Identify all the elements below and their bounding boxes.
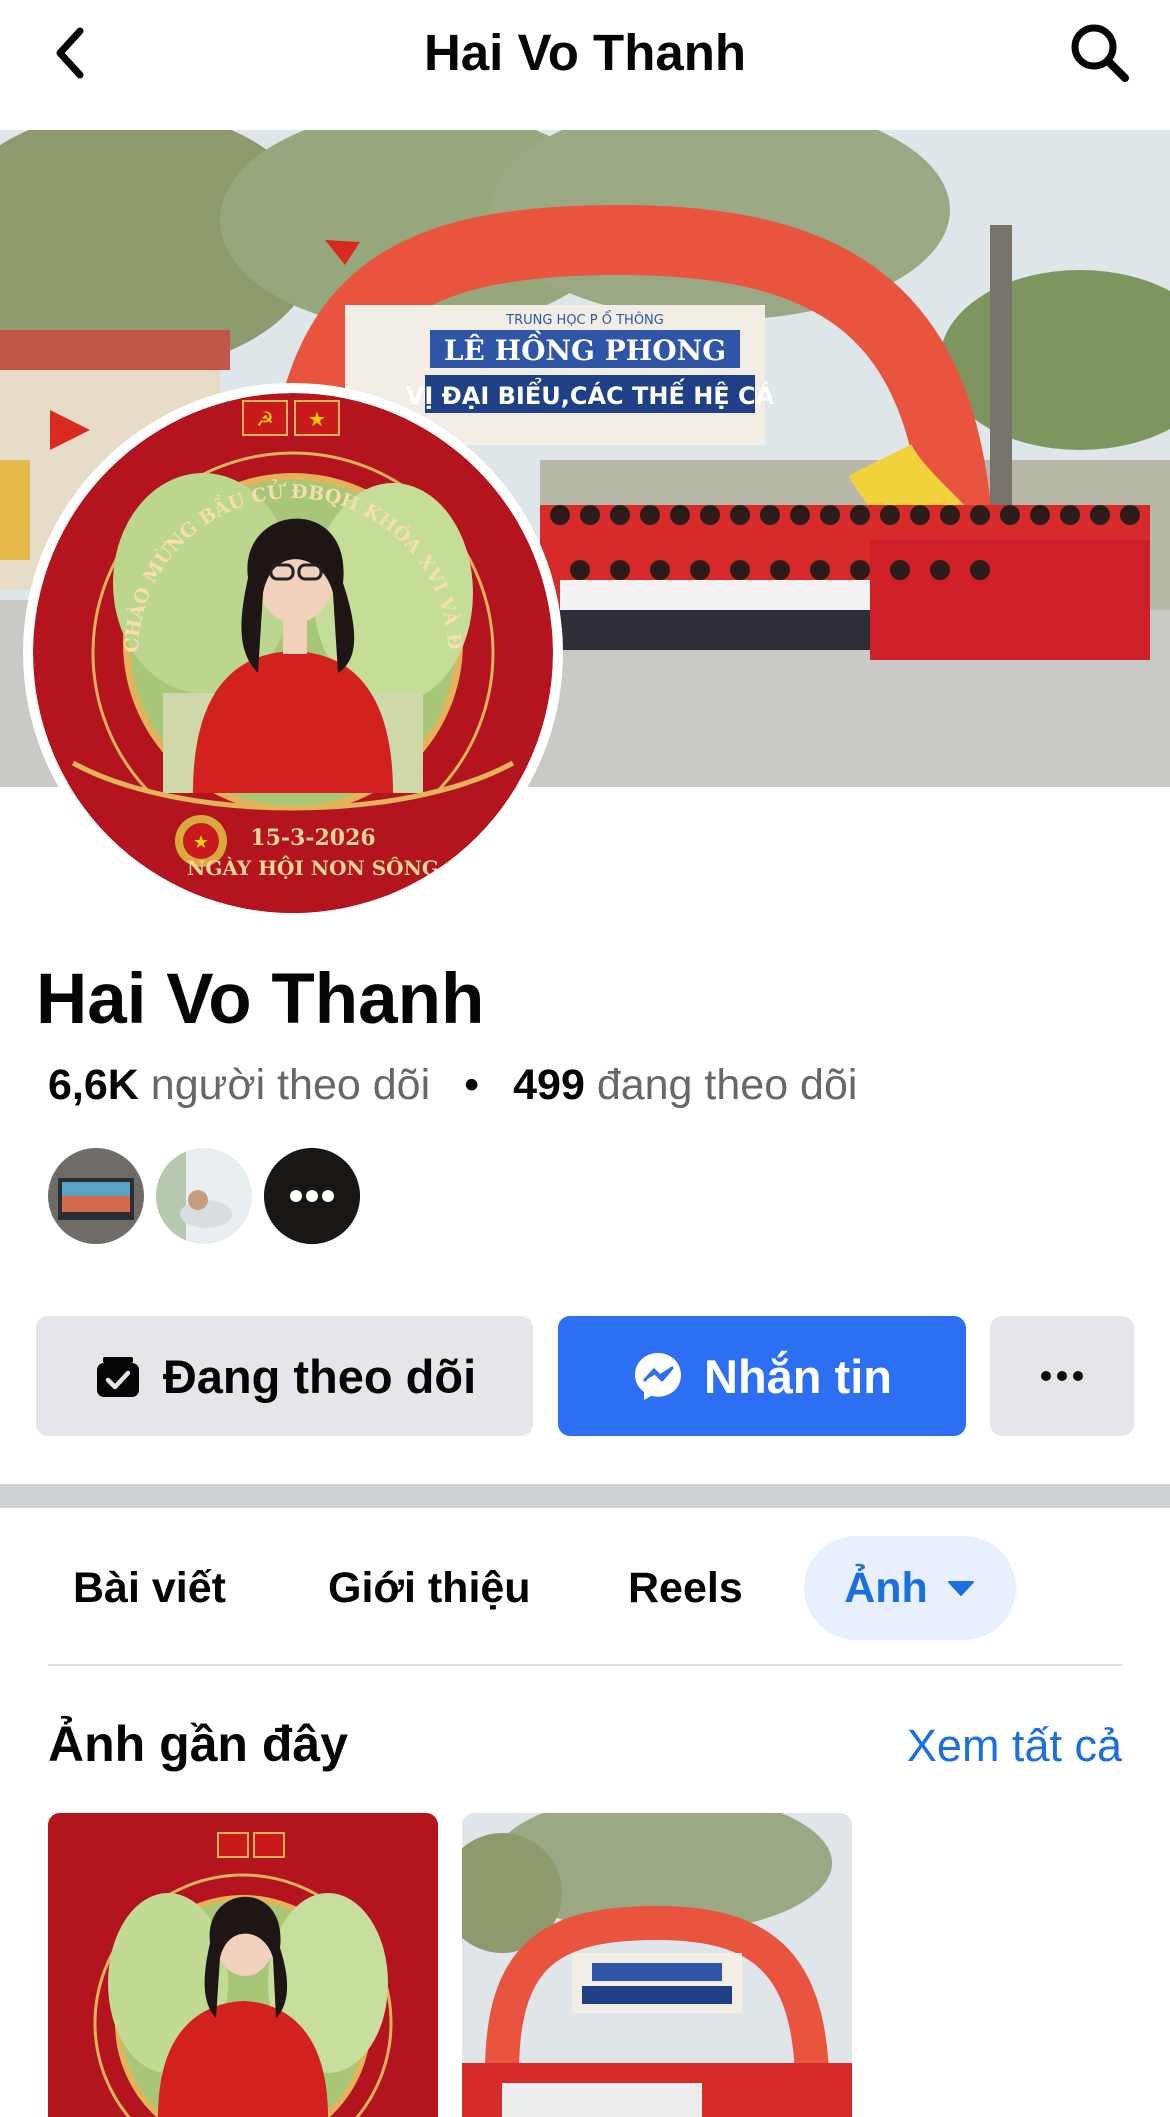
tab-posts[interactable]: Bài viết (73, 1536, 226, 1640)
tab-photos-label: Ảnh (844, 1563, 928, 1612)
banner-title: LÊ HỒNG PHONG (444, 330, 726, 367)
avatar[interactable]: ☭ ★ CHÀO MỪNG BẦU CỬ ĐBQH KHÓA XVI VÀ ĐẠ… (33, 393, 553, 913)
page-title: Hai Vo Thanh (423, 24, 747, 81)
messenger-icon (632, 1350, 684, 1402)
banner-line1: TRUNG HỌC P Ổ THÔNG (505, 311, 664, 328)
avatar-caption: NGÀY HỘI NON SÔNG (187, 854, 439, 880)
search-button[interactable] (1060, 18, 1140, 88)
svg-text:☭: ☭ (256, 407, 274, 431)
friend-avatar[interactable] (48, 1148, 144, 1244)
following-check-icon (93, 1351, 143, 1401)
friend-avatar[interactable] (156, 1148, 252, 1244)
svg-text:★: ★ (193, 832, 209, 853)
svg-text:★: ★ (308, 407, 326, 431)
stats-separator: • (464, 1061, 480, 1109)
chevron-left-icon (56, 27, 84, 79)
profile-name: Hai Vo Thanh (36, 960, 485, 1039)
tabs-divider (48, 1664, 1122, 1666)
banner-subtitle: VỊ ĐẠI BIỂU,CÁC THẾ HỆ CÁ (406, 376, 775, 410)
followers-count[interactable]: 6,6K (48, 1061, 139, 1109)
more-horizontal-icon (1041, 1371, 1083, 1381)
search-icon (1071, 24, 1129, 82)
back-button[interactable] (40, 18, 100, 88)
recent-photos-title: Ảnh gần đây (48, 1716, 349, 1772)
following-label: Đang theo dõi (162, 1349, 477, 1403)
message-label: Nhắn tin (704, 1349, 892, 1403)
following-label[interactable]: đang theo dõi (597, 1061, 858, 1109)
tab-reels[interactable]: Reels (628, 1536, 743, 1640)
photo-thumbnail[interactable] (462, 1813, 852, 2117)
section-divider (0, 1484, 1170, 1508)
following-button[interactable]: Đang theo dõi (36, 1316, 533, 1436)
following-count[interactable]: 499 (513, 1061, 585, 1109)
caret-down-icon (947, 1581, 974, 1596)
photo-thumbnail[interactable] (48, 1813, 438, 2117)
followers-label[interactable]: người theo dõi (151, 1061, 430, 1109)
tab-about[interactable]: Giới thiệu (328, 1536, 531, 1640)
follow-stats: 6,6K người theo dõi • 499 đang theo dõi (48, 1055, 857, 1115)
tab-photos[interactable]: Ảnh (804, 1536, 1016, 1640)
more-options-button[interactable] (990, 1316, 1134, 1436)
see-all-link[interactable]: Xem tất cả (880, 1718, 1122, 1774)
avatar-date: 15-3-2026 (250, 825, 375, 851)
message-button[interactable]: Nhắn tin (558, 1316, 966, 1436)
more-friends-button[interactable] (264, 1148, 360, 1244)
